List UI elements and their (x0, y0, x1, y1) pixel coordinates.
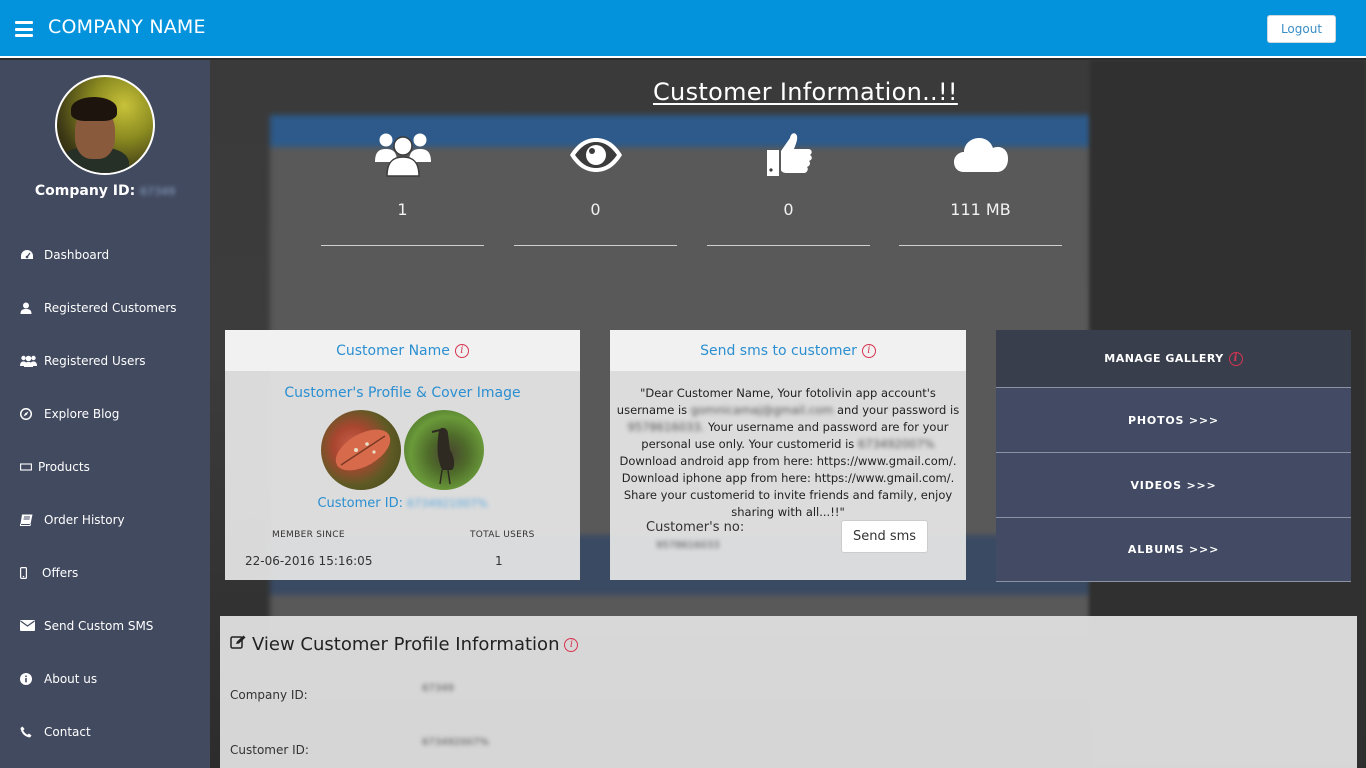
users-icon (20, 355, 40, 367)
sidebar-item-registered-customers[interactable]: Registered Customers (0, 281, 210, 334)
profile-panel-title: View Customer Profile Information i (230, 634, 579, 655)
stat-views-value: 0 (590, 200, 601, 219)
profile-customer-id-label: Customer ID: (230, 743, 309, 757)
sidebar-item-label: Products (38, 459, 90, 474)
info-icon[interactable]: i (564, 637, 579, 652)
stat-users-value: 1 (397, 200, 408, 219)
sidebar-item-label: Explore Blog (44, 406, 120, 421)
customer-id: Customer ID: 6734921007% (225, 496, 580, 511)
user-icon (20, 302, 40, 314)
sidebar-item-send-custom-sms[interactable]: Send Custom SMS (0, 599, 210, 652)
hamburger-menu-icon[interactable] (15, 21, 33, 37)
profile-company-id-label: Company ID: (230, 688, 308, 702)
stat-storage: 111 MB (899, 130, 1062, 246)
compass-icon (20, 407, 40, 420)
company-id-value: 67349 (140, 185, 176, 198)
sidebar-item-label: Order History (44, 512, 125, 527)
profile-panel-title-text: View Customer Profile Information (252, 634, 560, 655)
gallery-menu: MANAGE GALLERY i PHOTOS >>> VIDEOS >>> A… (996, 330, 1351, 583)
sidebar-item-label: Offers (42, 565, 79, 580)
rectangle-icon (20, 462, 34, 471)
mobile-icon (20, 566, 38, 579)
sms-password: 9578616033. (627, 420, 705, 434)
customer-profile-panel: View Customer Profile Information i Comp… (220, 616, 1357, 768)
customer-id-value: 6734921007% (407, 497, 488, 510)
company-id-label: Company ID: (34, 183, 136, 199)
stat-views: 0 (514, 130, 677, 246)
sidebar-item-products[interactable]: Products (0, 440, 210, 493)
send-sms-button[interactable]: Send sms (841, 520, 928, 553)
manage-gallery-title: MANAGE GALLERY (1104, 352, 1224, 365)
profile-images-label: Customer's Profile & Cover Image (284, 385, 521, 401)
main-content: Customer Information..!! 1 0 0 111 MB Cu… (210, 60, 1366, 768)
info-icon[interactable]: i (454, 343, 469, 358)
thumbs-up-icon (766, 133, 812, 176)
member-since-label: MEMBER SINCE (272, 530, 345, 540)
customer-card-header: Customer Name i (225, 330, 580, 371)
profile-image[interactable] (321, 410, 401, 490)
dashboard-icon (20, 249, 40, 261)
sidebar-item-order-history[interactable]: Order History (0, 493, 210, 546)
top-bar: COMPANY NAME Logout (0, 0, 1366, 58)
sms-card-header: Send sms to customer i (610, 330, 966, 371)
sidebar-item-label: About us (44, 671, 98, 686)
customer-card: Customer Name i Customer's Profile & Cov… (225, 330, 580, 580)
cover-image[interactable] (404, 410, 484, 490)
sidebar-item-label: Dashboard (44, 247, 110, 262)
sidebar-item-contact[interactable]: Contact (0, 705, 210, 758)
sms-card-title: Send sms to customer (700, 342, 857, 359)
sidebar-item-about-us[interactable]: About us (0, 652, 210, 705)
customer-id-label: Customer ID: (317, 496, 403, 511)
info-icon (20, 672, 40, 685)
member-since-value: 22-06-2016 15:16:05 (245, 554, 373, 568)
page-title: Customer Information..!! (653, 78, 958, 106)
avatar (55, 75, 155, 175)
eye-icon (569, 138, 622, 172)
sms-email: gomnicamaj@gmail.com (690, 403, 834, 417)
book-icon (20, 514, 40, 526)
sidebar-nav: Dashboard Registered Customers Registere… (0, 228, 210, 758)
customer-no-label: Customer's no: (646, 520, 745, 535)
cloud-icon (953, 138, 1008, 172)
gallery-videos-link[interactable]: VIDEOS >>> (996, 452, 1351, 517)
phone-icon (20, 726, 40, 738)
sidebar-company-id: Company ID: 67349 (0, 183, 210, 199)
stat-users: 1 (321, 130, 484, 246)
sms-message: "Dear Customer Name, Your fotolivin app … (610, 385, 966, 521)
stat-likes: 0 (707, 130, 870, 246)
sidebar-item-label: Contact (44, 724, 91, 739)
total-users-label: TOTAL USERS (470, 530, 535, 540)
sidebar-item-offers[interactable]: Offers (0, 546, 210, 599)
sidebar-item-label: Send Custom SMS (44, 618, 154, 633)
sidebar-item-explore-blog[interactable]: Explore Blog (0, 387, 210, 440)
gallery-photos-link[interactable]: PHOTOS >>> (996, 387, 1351, 452)
manage-gallery-header: MANAGE GALLERY i (996, 330, 1351, 387)
customer-no-value: 9578616033 (656, 540, 720, 551)
stat-storage-value: 111 MB (950, 200, 1011, 219)
sms-message-text: and your password is (836, 403, 960, 417)
edit-icon (230, 635, 246, 654)
sidebar-item-dashboard[interactable]: Dashboard (0, 228, 210, 281)
users-icon (374, 133, 431, 177)
profile-company-id-value: 67349 (422, 683, 454, 694)
profile-customer-id-value: 673492007% (422, 737, 489, 748)
sms-card: Send sms to customer i "Dear Customer Na… (610, 330, 966, 580)
gallery-albums-link[interactable]: ALBUMS >>> (996, 517, 1351, 582)
info-icon[interactable]: i (1228, 351, 1243, 366)
envelope-icon (20, 620, 40, 631)
stat-likes-value: 0 (783, 200, 794, 219)
sidebar-item-registered-users[interactable]: Registered Users (0, 334, 210, 387)
brand-title: COMPANY NAME (48, 16, 206, 38)
sidebar-item-label: Registered Customers (44, 300, 177, 315)
total-users-value: 1 (495, 554, 503, 568)
sms-message-text: Download android app from here: https://… (619, 454, 957, 519)
sms-customer-id: 673492007% (857, 437, 935, 451)
logout-button[interactable]: Logout (1267, 15, 1336, 43)
customer-name-title: Customer Name (336, 342, 450, 359)
sidebar-item-label: Registered Users (44, 353, 146, 368)
sidebar: Company ID: 67349 Dashboard Registered C… (0, 60, 210, 768)
info-icon[interactable]: i (861, 343, 876, 358)
